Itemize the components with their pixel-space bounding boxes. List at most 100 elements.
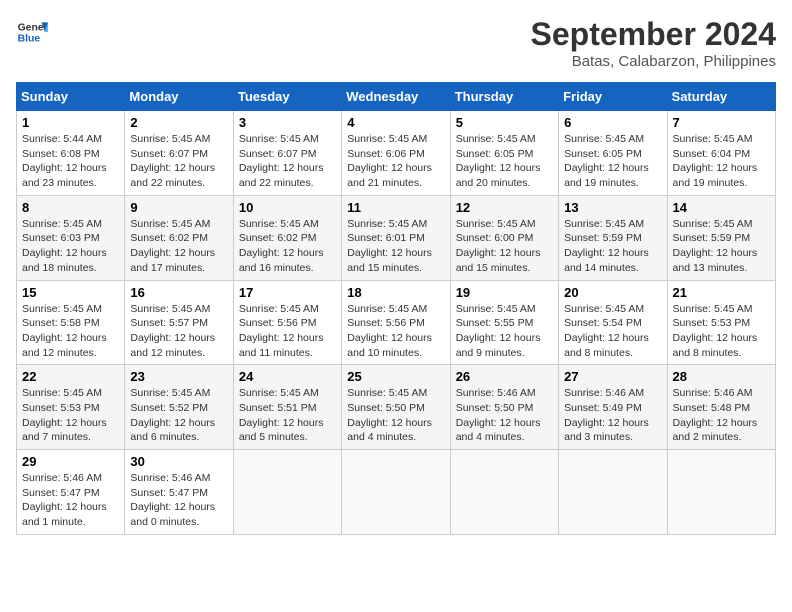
day-number: 5 [456, 115, 553, 130]
day-info: Sunrise: 5:45 AM Sunset: 5:51 PM Dayligh… [239, 386, 336, 445]
calendar-cell [559, 450, 667, 535]
day-info: Sunrise: 5:45 AM Sunset: 6:00 PM Dayligh… [456, 217, 553, 276]
day-number: 26 [456, 369, 553, 384]
day-info: Sunrise: 5:45 AM Sunset: 6:01 PM Dayligh… [347, 217, 444, 276]
calendar-cell [233, 450, 341, 535]
day-number: 11 [347, 200, 444, 215]
calendar-cell: 1 Sunrise: 5:44 AM Sunset: 6:08 PM Daylig… [17, 111, 125, 196]
day-number: 16 [130, 285, 227, 300]
calendar-cell: 20Sunrise: 5:45 AM Sunset: 5:54 PM Dayli… [559, 280, 667, 365]
day-info: Sunrise: 5:45 AM Sunset: 5:57 PM Dayligh… [130, 302, 227, 361]
calendar-cell: 13 Sunrise: 5:45 AM Sunset: 5:59 PM Dayli… [559, 195, 667, 280]
calendar-cell: 15 Sunrise: 5:45 AM Sunset: 5:58 PM Dayli… [17, 280, 125, 365]
day-number: 23 [130, 369, 227, 384]
day-number: 6 [564, 115, 661, 130]
calendar-cell: 7Sunrise: 5:45 AM Sunset: 6:04 PM Daylig… [667, 111, 775, 196]
day-number: 13 [564, 200, 661, 215]
calendar-cell: 9 Sunrise: 5:45 AM Sunset: 6:02 PM Daylig… [125, 195, 233, 280]
calendar-cell: 19 Sunrise: 5:45 AM Sunset: 5:55 PM Dayli… [450, 280, 558, 365]
calendar-cell: 27 Sunrise: 5:46 AM Sunset: 5:49 PM Dayli… [559, 365, 667, 450]
day-number: 1 [22, 115, 119, 130]
day-info: Sunrise: 5:45 AM Sunset: 6:05 PM Dayligh… [456, 132, 553, 191]
calendar-week: 22 Sunrise: 5:45 AM Sunset: 5:53 PM Dayli… [17, 365, 776, 450]
calendar-cell: 11 Sunrise: 5:45 AM Sunset: 6:01 PM Dayli… [342, 195, 450, 280]
day-info: Sunrise: 5:46 AM Sunset: 5:47 PM Dayligh… [22, 471, 119, 530]
day-number: 22 [22, 369, 119, 384]
calendar-body: 1 Sunrise: 5:44 AM Sunset: 6:08 PM Daylig… [17, 111, 776, 535]
weekday-header: Monday [125, 83, 233, 111]
calendar-cell: 16 Sunrise: 5:45 AM Sunset: 5:57 PM Dayli… [125, 280, 233, 365]
calendar-cell: 5 Sunrise: 5:45 AM Sunset: 6:05 PM Daylig… [450, 111, 558, 196]
day-number: 27 [564, 369, 661, 384]
day-info: Sunrise: 5:45 AM Sunset: 5:56 PM Dayligh… [239, 302, 336, 361]
day-info: Sunrise: 5:45 AM Sunset: 6:07 PM Dayligh… [239, 132, 336, 191]
weekday-header: Wednesday [342, 83, 450, 111]
calendar-week: 1 Sunrise: 5:44 AM Sunset: 6:08 PM Daylig… [17, 111, 776, 196]
calendar-cell: 10Sunrise: 5:45 AM Sunset: 6:02 PM Dayli… [233, 195, 341, 280]
day-info: Sunrise: 5:46 AM Sunset: 5:49 PM Dayligh… [564, 386, 661, 445]
day-number: 15 [22, 285, 119, 300]
weekday-header: Friday [559, 83, 667, 111]
calendar-cell: 14Sunrise: 5:45 AM Sunset: 5:59 PM Dayli… [667, 195, 775, 280]
calendar-cell: 30 Sunrise: 5:46 AM Sunset: 5:47 PM Dayli… [125, 450, 233, 535]
day-info: Sunrise: 5:44 AM Sunset: 6:08 PM Dayligh… [22, 132, 119, 191]
day-info: Sunrise: 5:45 AM Sunset: 5:59 PM Dayligh… [564, 217, 661, 276]
calendar-cell: 23 Sunrise: 5:45 AM Sunset: 5:52 PM Dayli… [125, 365, 233, 450]
day-number: 17 [239, 285, 336, 300]
day-info: Sunrise: 5:46 AM Sunset: 5:47 PM Dayligh… [130, 471, 227, 530]
calendar-cell [342, 450, 450, 535]
calendar-cell: 4 Sunrise: 5:45 AM Sunset: 6:06 PM Daylig… [342, 111, 450, 196]
day-number: 25 [347, 369, 444, 384]
calendar-cell: 2 Sunrise: 5:45 AM Sunset: 6:07 PM Daylig… [125, 111, 233, 196]
day-number: 29 [22, 454, 119, 469]
day-number: 9 [130, 200, 227, 215]
calendar-cell: 24Sunrise: 5:45 AM Sunset: 5:51 PM Dayli… [233, 365, 341, 450]
weekday-header: Thursday [450, 83, 558, 111]
day-info: Sunrise: 5:45 AM Sunset: 5:55 PM Dayligh… [456, 302, 553, 361]
calendar-cell: 8Sunrise: 5:45 AM Sunset: 6:03 PM Daylig… [17, 195, 125, 280]
day-number: 21 [673, 285, 770, 300]
page-subtitle: Batas, Calabarzon, Philippines [531, 53, 776, 70]
title-area: September 2024 Batas, Calabarzon, Philip… [531, 16, 776, 70]
day-number: 3 [239, 115, 336, 130]
calendar-cell: 25 Sunrise: 5:45 AM Sunset: 5:50 PM Dayli… [342, 365, 450, 450]
calendar-cell [450, 450, 558, 535]
day-number: 10 [239, 200, 336, 215]
day-number: 18 [347, 285, 444, 300]
day-number: 2 [130, 115, 227, 130]
day-info: Sunrise: 5:45 AM Sunset: 6:07 PM Dayligh… [130, 132, 227, 191]
calendar-cell: 29 Sunrise: 5:46 AM Sunset: 5:47 PM Dayli… [17, 450, 125, 535]
calendar-cell: 17 Sunrise: 5:45 AM Sunset: 5:56 PM Dayli… [233, 280, 341, 365]
day-info: Sunrise: 5:45 AM Sunset: 6:06 PM Dayligh… [347, 132, 444, 191]
day-info: Sunrise: 5:45 AM Sunset: 5:53 PM Dayligh… [673, 302, 770, 361]
calendar-cell: 12Sunrise: 5:45 AM Sunset: 6:00 PM Dayli… [450, 195, 558, 280]
day-info: Sunrise: 5:45 AM Sunset: 5:52 PM Dayligh… [130, 386, 227, 445]
calendar-week: 29 Sunrise: 5:46 AM Sunset: 5:47 PM Dayli… [17, 450, 776, 535]
day-info: Sunrise: 5:45 AM Sunset: 6:04 PM Dayligh… [673, 132, 770, 191]
day-number: 20 [564, 285, 661, 300]
calendar-cell: 21 Sunrise: 5:45 AM Sunset: 5:53 PM Dayli… [667, 280, 775, 365]
calendar-cell: 6 Sunrise: 5:45 AM Sunset: 6:05 PM Daylig… [559, 111, 667, 196]
page-title: September 2024 [531, 16, 776, 53]
page-header: General Blue September 2024 Batas, Calab… [16, 16, 776, 70]
calendar-cell: 22 Sunrise: 5:45 AM Sunset: 5:53 PM Dayli… [17, 365, 125, 450]
calendar-cell: 26Sunrise: 5:46 AM Sunset: 5:50 PM Dayli… [450, 365, 558, 450]
logo: General Blue [16, 16, 48, 48]
weekday-header: Saturday [667, 83, 775, 111]
calendar-cell: 3 Sunrise: 5:45 AM Sunset: 6:07 PM Daylig… [233, 111, 341, 196]
day-number: 30 [130, 454, 227, 469]
day-number: 28 [673, 369, 770, 384]
day-info: Sunrise: 5:45 AM Sunset: 6:03 PM Dayligh… [22, 217, 119, 276]
day-number: 4 [347, 115, 444, 130]
day-number: 14 [673, 200, 770, 215]
calendar-header: SundayMondayTuesdayWednesdayThursdayFrid… [17, 83, 776, 111]
day-number: 19 [456, 285, 553, 300]
day-info: Sunrise: 5:46 AM Sunset: 5:48 PM Dayligh… [673, 386, 770, 445]
day-info: Sunrise: 5:45 AM Sunset: 5:53 PM Dayligh… [22, 386, 119, 445]
day-info: Sunrise: 5:45 AM Sunset: 6:02 PM Dayligh… [130, 217, 227, 276]
day-info: Sunrise: 5:45 AM Sunset: 5:58 PM Dayligh… [22, 302, 119, 361]
calendar-table: SundayMondayTuesdayWednesdayThursdayFrid… [16, 82, 776, 535]
weekday-header: Sunday [17, 83, 125, 111]
day-info: Sunrise: 5:45 AM Sunset: 6:05 PM Dayligh… [564, 132, 661, 191]
day-info: Sunrise: 5:45 AM Sunset: 5:50 PM Dayligh… [347, 386, 444, 445]
